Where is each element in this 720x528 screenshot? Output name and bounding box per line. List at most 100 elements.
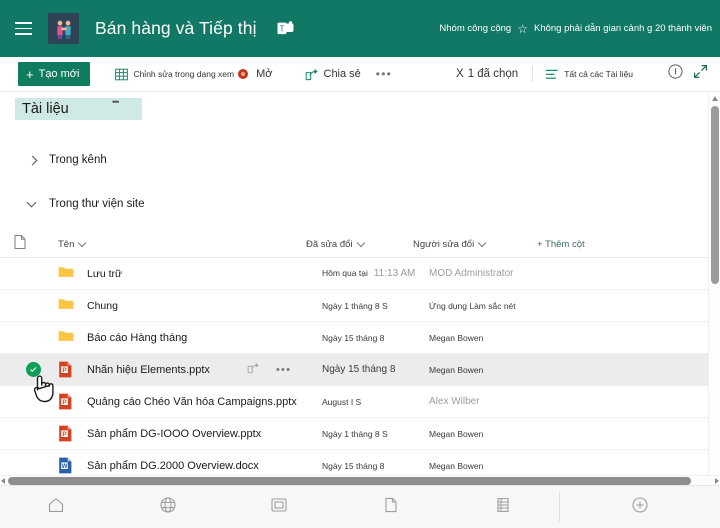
expand-icon[interactable]: [693, 64, 708, 84]
vertical-scrollbar[interactable]: [708, 92, 720, 491]
info-icon[interactable]: [668, 64, 683, 84]
folder-icon: [58, 297, 74, 315]
plus-icon: +: [26, 66, 34, 82]
chevron-down-icon: [358, 241, 365, 248]
horizontal-scrollbar-thumb[interactable]: [8, 477, 691, 485]
table-row[interactable]: Chung Ngày 1 tháng 8 S Ứng dụng Làm sắc …: [0, 290, 711, 322]
row-more-icon[interactable]: •••: [276, 364, 291, 376]
scroll-up-arrow-icon[interactable]: [712, 96, 718, 101]
column-header-modified[interactable]: Đã sửa đổi: [306, 239, 413, 250]
folder-icon: [58, 329, 74, 347]
new-button-label: Tạo mới: [38, 68, 80, 80]
microsoft-teams-icon[interactable]: T: [277, 21, 294, 36]
table-header-row: Tên Đã sửa đổi Người sửa đổi + Thêm cột: [0, 231, 711, 258]
open-button[interactable]: Mở: [253, 62, 275, 86]
table-row[interactable]: Lưu trữ Hôm qua tại 11:13 AM MOD Administ…: [0, 258, 711, 290]
column-header-modified-by[interactable]: Người sửa đổi: [413, 239, 537, 250]
share-button[interactable]: Chia sẻ: [302, 62, 364, 86]
privacy-label: Nhóm công cộng: [439, 23, 512, 34]
app-header: Bán hàng và Tiếp thị T Nhóm công cộng ☆ …: [0, 0, 720, 57]
file-name[interactable]: Quảng cáo Chéo Văn hóa Campaigns.pptx: [87, 396, 322, 408]
svg-text:W: W: [62, 463, 68, 470]
files-table: Tên Đã sửa đổi Người sửa đổi + Thêm cột: [0, 231, 711, 482]
powerpoint-icon: P: [58, 393, 74, 411]
nav-files-button[interactable]: [335, 486, 447, 528]
home-icon: [47, 496, 65, 519]
tree-item-in-channel[interactable]: Trong kênh: [28, 149, 711, 171]
column-header-name[interactable]: Tên: [58, 239, 306, 250]
row-selected-checkmark-icon[interactable]: [26, 362, 41, 377]
file-name[interactable]: Lưu trữ: [87, 268, 322, 280]
edit-in-grid-view-label: Chỉnh sửa trong dạng xem: [133, 69, 235, 79]
add-column-button[interactable]: + Thêm cột: [537, 239, 585, 250]
file-name[interactable]: Sản phẩm DG.2000 Overview.docx: [87, 460, 322, 472]
grid-icon: [115, 68, 129, 80]
modified-cell: Hôm qua tại 11:13 AM: [322, 268, 429, 279]
svg-text:P: P: [62, 431, 67, 438]
team-title: Bán hàng và Tiếp thị: [95, 18, 257, 38]
svg-text:P: P: [62, 399, 67, 406]
library-title-wrap: Tài liệu •••: [15, 97, 142, 120]
file-name[interactable]: Chung: [87, 300, 322, 312]
list-icon: [494, 496, 512, 519]
globe-icon: [159, 496, 177, 519]
nav-list-button[interactable]: [447, 486, 559, 528]
team-handshake-avatar: [48, 13, 79, 44]
folder-icon: [58, 265, 74, 283]
scroll-right-arrow-icon[interactable]: [715, 478, 719, 484]
modified-cell: Ngày 15 tháng 8: [322, 364, 396, 375]
nav-globe-button[interactable]: [112, 486, 224, 528]
page-title: Tài liệu: [22, 101, 69, 117]
clear-selection-button[interactable]: X: [456, 68, 464, 80]
open-button-label: Mở: [256, 68, 273, 80]
nav-home-button[interactable]: [0, 486, 112, 528]
tree-item-in-site-library[interactable]: Trong thư viện site: [28, 193, 711, 215]
star-icon[interactable]: ☆: [517, 23, 528, 35]
chevron-down-icon: [479, 241, 486, 248]
column-header-modified-label: Đã sửa đổi: [306, 238, 353, 250]
library-title-mark: •••: [112, 97, 120, 107]
conversations-icon: [270, 496, 288, 519]
view-switcher-label: Tất cả các Tài liệu: [564, 69, 634, 79]
user-avatar-badge[interactable]: [237, 68, 250, 80]
scroll-left-arrow-icon[interactable]: [1, 478, 5, 484]
powerpoint-icon: P: [58, 361, 74, 379]
file-name[interactable]: Sản phẩm DG-IOOO Overview.pptx: [87, 428, 322, 440]
bottom-navigation-bar: [0, 485, 720, 528]
table-row[interactable]: P Quảng cáo Chéo Văn hóa Campaigns.pptx …: [0, 386, 711, 418]
list-view-icon: [546, 69, 558, 79]
header-team-meta: Nhóm công cộng ☆ Không phải dẫn gian cản…: [439, 23, 712, 35]
new-button[interactable]: + Tạo mới: [18, 62, 91, 86]
more-commands-button[interactable]: •••: [376, 67, 392, 81]
horizontal-scrollbar[interactable]: [0, 475, 720, 485]
edit-in-grid-view-button[interactable]: Chỉnh sửa trong dạng xem: [112, 62, 237, 86]
nav-conversations-button[interactable]: [224, 486, 336, 528]
table-row[interactable]: P Sản phẩm DG-IOOO Overview.pptx Ngày 1 …: [0, 418, 711, 450]
powerpoint-icon: P: [58, 425, 74, 443]
tree-item-in-channel-label: Trong kênh: [49, 154, 107, 166]
modified-by-cell: Ứng dụng Làm sắc nét: [429, 300, 516, 311]
file-name[interactable]: Báo cáo Hàng tháng: [87, 332, 322, 344]
tree-item-in-site-library-label: Trong thư viện site: [49, 198, 145, 210]
modified-date: Hôm qua tại: [322, 268, 368, 278]
modified-by-cell: Megan Bowen: [429, 332, 484, 343]
members-label[interactable]: Không phải dẫn gian cảnh g 20 thành viên: [534, 23, 712, 34]
view-switcher-button[interactable]: Tất cả các Tài liệu: [542, 62, 636, 86]
chevron-right-icon: [28, 156, 37, 165]
file-name[interactable]: Nhãn hiệu Elements.pptx: [87, 364, 247, 376]
teams-files-screen: Bán hàng và Tiếp thị T Nhóm công cộng ☆ …: [0, 0, 720, 528]
modified-by-cell: MOD Administrator: [429, 268, 514, 279]
svg-text:P: P: [62, 367, 67, 374]
row-share-icon[interactable]: [247, 361, 260, 379]
table-row-selected[interactable]: P Nhãn hiệu Elements.pptx ••• Ngày 15 th…: [0, 354, 711, 386]
hamburger-icon[interactable]: [6, 12, 40, 46]
add-tab-button[interactable]: [560, 496, 720, 519]
chevron-down-icon: [28, 200, 37, 209]
selection-count: X 1 đã chọn: [456, 68, 518, 80]
table-row[interactable]: Báo cáo Hàng tháng Ngày 15 tháng 8 Megan…: [0, 322, 711, 354]
column-header-modified-by-label: Người sửa đổi: [413, 238, 475, 250]
file-type-icon[interactable]: [14, 234, 28, 254]
command-bar: + Tạo mới Chỉnh sửa trong dạng xem Mở Ch…: [0, 57, 720, 92]
vertical-scrollbar-thumb[interactable]: [711, 106, 719, 284]
modified-cell: August I S: [322, 396, 362, 407]
